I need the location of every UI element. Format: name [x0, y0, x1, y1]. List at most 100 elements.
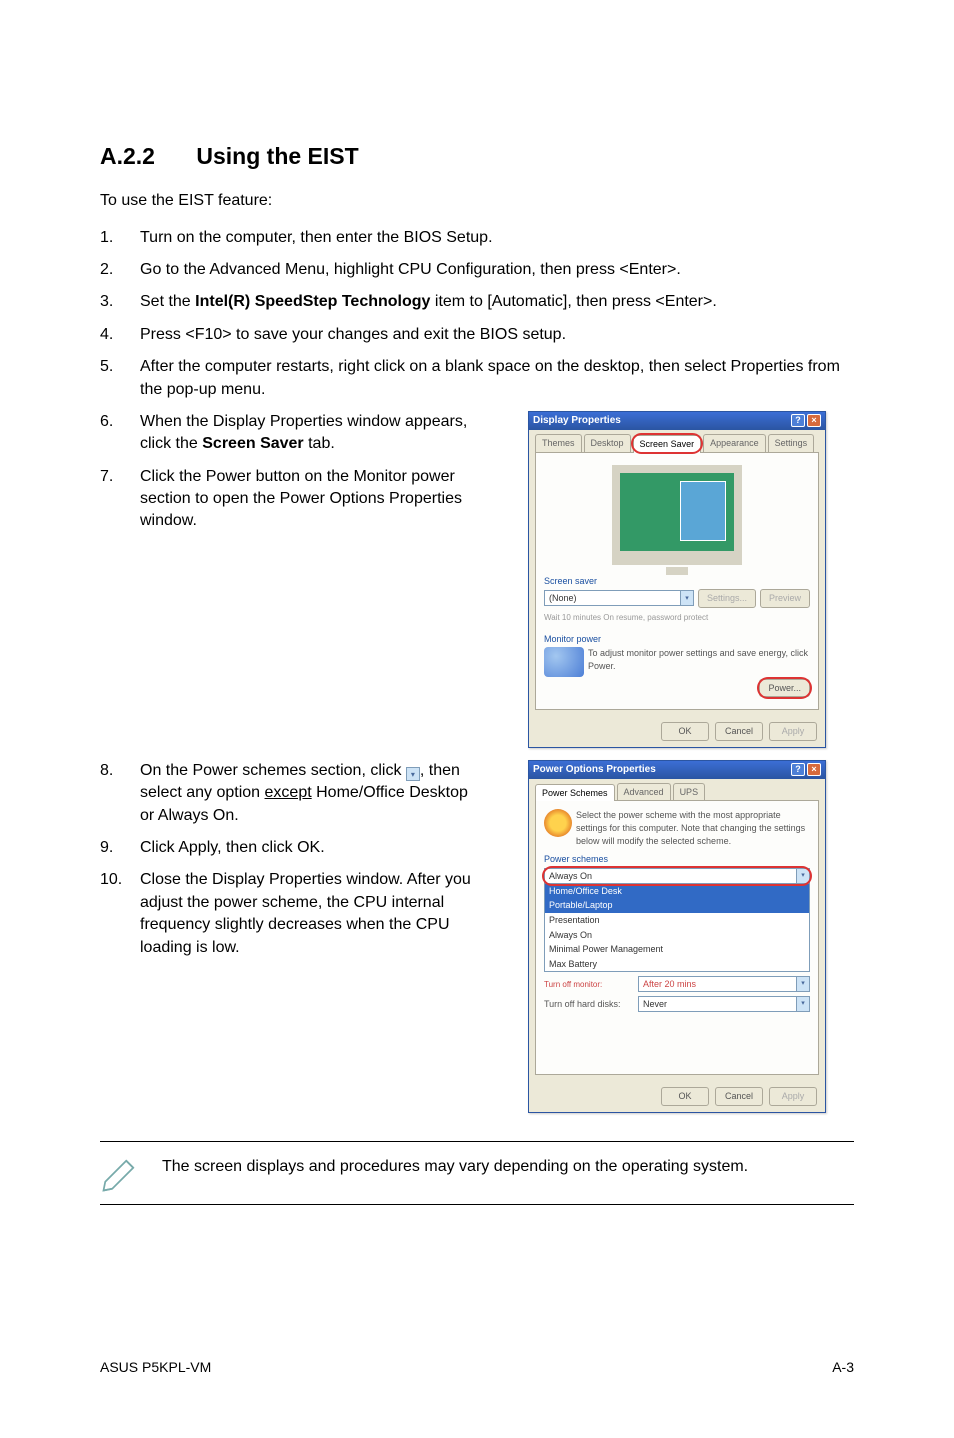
ok-button[interactable]: OK	[661, 1087, 709, 1106]
two-column-block-1: 6. When the Display Properties window ap…	[100, 411, 854, 748]
note-text: The screen displays and procedures may v…	[162, 1152, 748, 1178]
note-box: The screen displays and procedures may v…	[100, 1141, 854, 1205]
step-num: 4.	[100, 324, 140, 346]
turnoff-hd-select[interactable]: Never ▾	[638, 996, 810, 1012]
step-num: 10.	[100, 869, 140, 959]
tab-desktop[interactable]: Desktop	[584, 434, 631, 452]
monitor-preview	[612, 465, 742, 565]
screensaver-select[interactable]: (None) ▾	[544, 590, 694, 606]
turnoff-mon-label: Turn off monitor:	[544, 979, 634, 990]
step-7: 7. Click the Power button on the Monitor…	[100, 466, 480, 533]
apply-button[interactable]: Apply	[769, 722, 817, 741]
step-9: 9. Click Apply, then click OK.	[100, 837, 480, 859]
step-num: 6.	[100, 411, 140, 456]
chevron-down-icon: ▾	[796, 997, 809, 1011]
step-5: 5. After the computer restarts, right cl…	[100, 356, 854, 401]
tab-screensaver[interactable]: Screen Saver	[633, 435, 702, 453]
dialog-title: Display Properties	[533, 414, 621, 428]
power-options-dialog: Power Options Properties ? × Power Schem…	[528, 760, 826, 1113]
monitorpower-label: Monitor power	[544, 633, 810, 646]
tab-powerschemes[interactable]: Power Schemes	[535, 784, 615, 802]
step-num: 3.	[100, 291, 140, 313]
power-scheme-value: Always On	[549, 870, 592, 883]
heading-title: Using the EIST	[196, 143, 358, 169]
steps-list-2: 6. When the Display Properties window ap…	[100, 411, 480, 533]
close-button[interactable]: ×	[807, 763, 821, 776]
tab-ups[interactable]: UPS	[673, 783, 706, 801]
option-max-battery[interactable]: Max Battery	[545, 957, 809, 972]
power-scheme-icon	[544, 809, 572, 837]
chevron-down-icon: ▾	[796, 869, 809, 883]
wait-text: Wait 10 minutes On resume, password prot…	[544, 612, 708, 623]
step-4: 4. Press <F10> to save your changes and …	[100, 324, 854, 346]
step-underline: except	[265, 784, 312, 801]
dialog-tabs: Power Schemes Advanced UPS	[529, 779, 825, 801]
option-always-on[interactable]: Always On	[545, 928, 809, 943]
step-num: 7.	[100, 466, 140, 533]
chevron-down-icon: ▾	[796, 977, 809, 991]
desc-text: Select the power scheme with the most ap…	[576, 809, 810, 847]
step-text: Press <F10> to save your changes and exi…	[140, 324, 854, 346]
page-footer: ASUS P5KPL-VM A-3	[100, 1358, 854, 1378]
dialog-body: Select the power scheme with the most ap…	[535, 800, 819, 1075]
steps-list-3: 8. On the Power schemes section, click ▾…	[100, 760, 480, 959]
option-home-office[interactable]: Home/Office Desk	[545, 884, 809, 899]
tab-themes[interactable]: Themes	[535, 434, 582, 452]
tab-advanced[interactable]: Advanced	[617, 783, 671, 801]
step-num: 5.	[100, 356, 140, 401]
two-column-block-2: 8. On the Power schemes section, click ▾…	[100, 760, 854, 1113]
dialog-buttons: OK Cancel Apply	[529, 1081, 825, 1112]
step-text: Click Apply, then click OK.	[140, 837, 480, 859]
tab-appearance[interactable]: Appearance	[703, 434, 766, 452]
step-text: After the computer restarts, right click…	[140, 356, 854, 401]
step-num: 1.	[100, 227, 140, 249]
option-portable[interactable]: Portable/Laptop	[545, 898, 809, 913]
option-min-power[interactable]: Minimal Power Management	[545, 942, 809, 957]
dialog-body: Screen saver (None) ▾ Settings... Previe…	[535, 452, 819, 711]
power-scheme-dropdown[interactable]: Home/Office Desk Portable/Laptop Present…	[544, 883, 810, 973]
note-icon	[100, 1152, 142, 1194]
settings-button[interactable]: Settings...	[698, 589, 756, 608]
power-button[interactable]: Power...	[759, 679, 810, 698]
preview-button[interactable]: Preview	[760, 589, 810, 608]
monitor-power-icon	[544, 647, 584, 677]
step-text: Turn on the computer, then enter the BIO…	[140, 227, 854, 249]
turnoff-mon-select[interactable]: After 20 mins ▾	[638, 976, 810, 992]
help-button[interactable]: ?	[791, 763, 805, 776]
intro-text: To use the EIST feature:	[100, 190, 854, 212]
dialog-titlebar: Display Properties ? ×	[529, 412, 825, 430]
dialog-tabs: Themes Desktop Screen Saver Appearance S…	[529, 430, 825, 452]
display-properties-dialog: Display Properties ? × Themes Desktop Sc…	[528, 411, 826, 748]
step-6: 6. When the Display Properties window ap…	[100, 411, 480, 456]
step-num: 9.	[100, 837, 140, 859]
screensaver-value: (None)	[549, 592, 577, 605]
close-button[interactable]: ×	[807, 414, 821, 427]
option-presentation[interactable]: Presentation	[545, 913, 809, 928]
cancel-button[interactable]: Cancel	[715, 1087, 763, 1106]
power-scheme-select[interactable]: Always On ▾	[544, 868, 810, 884]
turnoff-hd-row: Turn off hard disks: Never ▾	[544, 996, 810, 1012]
step-pre: Set the	[140, 293, 195, 310]
cancel-button[interactable]: Cancel	[715, 722, 763, 741]
ok-button[interactable]: OK	[661, 722, 709, 741]
section-heading: A.2.2 Using the EIST	[100, 140, 854, 172]
step-1: 1. Turn on the computer, then enter the …	[100, 227, 854, 249]
turnoff-mon-row: Turn off monitor: After 20 mins ▾	[544, 976, 810, 992]
footer-left: ASUS P5KPL-VM	[100, 1358, 211, 1378]
step-2: 2. Go to the Advanced Menu, highlight CP…	[100, 259, 854, 281]
window-buttons: ? ×	[791, 414, 821, 427]
tab-settings[interactable]: Settings	[768, 434, 815, 452]
chevron-down-icon: ▾	[680, 591, 693, 605]
help-button[interactable]: ?	[791, 414, 805, 427]
turnoff-hd-value: Never	[643, 998, 667, 1011]
ps-label: Power schemes	[544, 853, 810, 866]
screensaver-row: (None) ▾ Settings... Preview	[544, 589, 810, 608]
step-num: 8.	[100, 760, 140, 827]
monitorpower-row: To adjust monitor power settings and sav…	[544, 647, 810, 697]
step-post: tab.	[304, 435, 335, 452]
turnoff-mon-value: After 20 mins	[643, 978, 696, 991]
desc-row: Select the power scheme with the most ap…	[544, 809, 810, 847]
monitorpower-text: To adjust monitor power settings and sav…	[588, 647, 810, 672]
apply-button[interactable]: Apply	[769, 1087, 817, 1106]
dialog-titlebar: Power Options Properties ? ×	[529, 761, 825, 779]
